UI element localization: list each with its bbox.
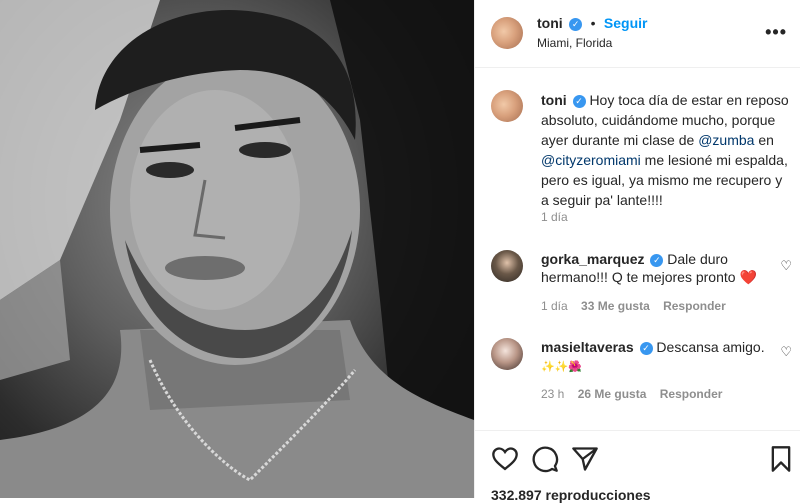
comment-avatar[interactable] xyxy=(491,338,523,370)
comment: gorka_marquez ✓ Dale duro hermano!!! Q t… xyxy=(541,250,766,286)
post-header: toni ✓ • Seguir Miami, Florida ••• xyxy=(475,0,800,68)
comment-time[interactable]: 1 día xyxy=(541,299,568,313)
photo-illustration xyxy=(0,0,474,498)
like-comment-icon[interactable]: ♡ xyxy=(780,344,792,360)
mention-link[interactable]: @zumba xyxy=(698,132,754,148)
action-bar: 332.897 reproducciones xyxy=(475,430,800,503)
author-username[interactable]: toni xyxy=(537,15,563,31)
views-count: 332.897 reproducciones xyxy=(491,487,651,503)
post-side-panel: toni ✓ • Seguir Miami, Florida ••• toni … xyxy=(474,0,800,503)
verified-icon: ✓ xyxy=(572,95,586,108)
comment-avatar[interactable] xyxy=(491,250,523,282)
separator-dot: • xyxy=(590,15,596,31)
author-avatar[interactable] xyxy=(491,17,523,49)
share-icon[interactable] xyxy=(571,445,599,473)
reply-button[interactable]: Responder xyxy=(663,299,726,313)
reply-button[interactable]: Responder xyxy=(660,387,723,401)
heart-emoji: ❤️ xyxy=(739,269,757,285)
comment-text: Descansa amigo. xyxy=(656,339,765,355)
more-options-icon[interactable]: ••• xyxy=(765,22,787,43)
comment-likes[interactable]: 26 Me gusta xyxy=(578,387,647,401)
comment-username[interactable]: gorka_marquez xyxy=(541,251,644,267)
comment-likes[interactable]: 33 Me gusta xyxy=(581,299,650,313)
verified-icon: ✓ xyxy=(639,342,653,355)
caption-time[interactable]: 1 día xyxy=(541,210,568,224)
verified-icon: ✓ xyxy=(650,254,664,267)
comment: masieltaveras ✓ Descansa amigo. ✨✨🌺 xyxy=(541,338,766,376)
follow-button[interactable]: Seguir xyxy=(604,15,648,31)
comment-username[interactable]: masieltaveras xyxy=(541,339,634,355)
save-bookmark-icon[interactable] xyxy=(767,445,795,473)
caption-avatar[interactable] xyxy=(491,90,523,122)
comment-meta: 1 día 33 Me gusta Responder xyxy=(541,299,736,313)
post-location[interactable]: Miami, Florida xyxy=(537,36,612,50)
author-line: toni ✓ • Seguir xyxy=(537,15,648,33)
mention-link[interactable]: @cityzeromiami xyxy=(541,152,641,168)
comment-meta: 23 h 26 Me gusta Responder xyxy=(541,387,732,401)
comment-icon[interactable] xyxy=(531,445,559,473)
caption: toni ✓ Hoy toca día de estar en reposo a… xyxy=(541,90,791,210)
verified-icon: ✓ xyxy=(569,18,583,31)
comment-time[interactable]: 23 h xyxy=(541,387,564,401)
caption-username[interactable]: toni xyxy=(541,92,567,108)
like-comment-icon[interactable]: ♡ xyxy=(780,258,792,274)
post-photo[interactable] xyxy=(0,0,474,498)
like-heart-icon[interactable] xyxy=(491,445,519,473)
caption-text-2: en xyxy=(754,132,774,148)
sparkle-emoji: ✨✨🌺 xyxy=(541,361,583,373)
